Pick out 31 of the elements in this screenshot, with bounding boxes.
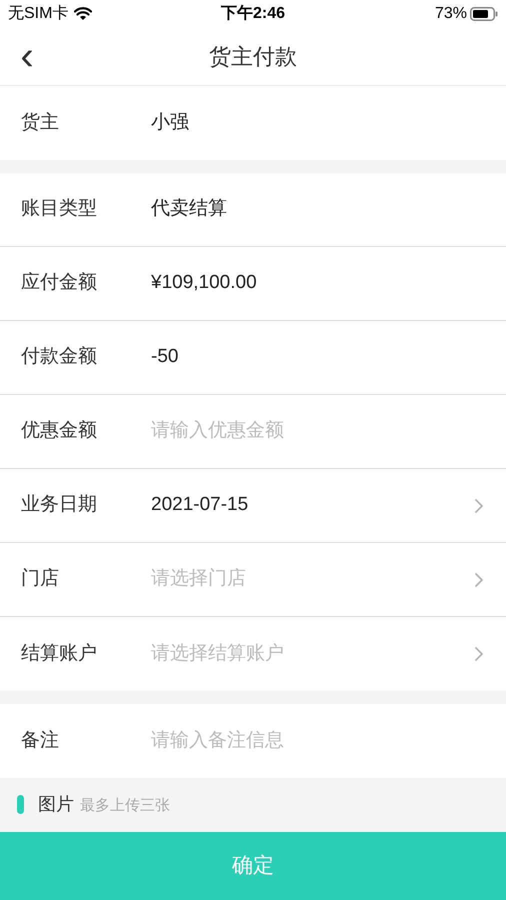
- chevron-right-icon: [474, 646, 484, 662]
- section-title: 图片: [38, 792, 74, 816]
- back-button[interactable]: ‹: [12, 34, 42, 78]
- field-label: 结算账户: [21, 642, 98, 666]
- page-title: 货主付款: [209, 43, 297, 71]
- accent-bar-icon: [17, 794, 24, 814]
- input-field[interactable]: 2021-07-15: [151, 491, 474, 520]
- clock-text: 下午2:46: [220, 4, 286, 24]
- input-field[interactable]: 请选择结算账户: [151, 640, 474, 668]
- field-label: 应付金额: [21, 271, 98, 296]
- battery-icon: [470, 7, 498, 21]
- field-label: 账目类型: [21, 197, 98, 222]
- carrier-text: 无SIM卡: [8, 4, 68, 24]
- field-label: 备注: [21, 728, 60, 753]
- input-field[interactable]: 小强: [151, 108, 484, 138]
- field-label: 业务日期: [21, 493, 98, 518]
- battery-text: 73%: [434, 4, 467, 24]
- input-field[interactable]: 请选择门店: [151, 565, 474, 594]
- field-label: 优惠金额: [21, 419, 98, 444]
- input-field[interactable]: 请输入备注信息: [151, 726, 484, 756]
- hint-text: 最多上传三张: [80, 796, 170, 816]
- chevron-right-icon: [474, 572, 484, 588]
- input-field[interactable]: -50: [151, 343, 484, 372]
- field-label: 货主: [21, 110, 60, 135]
- field-label: 门店: [21, 567, 60, 592]
- input-field[interactable]: 请输入优惠金额: [151, 417, 484, 446]
- wifi-icon: [74, 7, 92, 21]
- field-label: 付款金额: [21, 345, 98, 370]
- input-field[interactable]: 代卖结算: [151, 195, 484, 224]
- chevron-right-icon: [474, 498, 484, 514]
- input-field[interactable]: ¥109,100.00: [151, 269, 484, 298]
